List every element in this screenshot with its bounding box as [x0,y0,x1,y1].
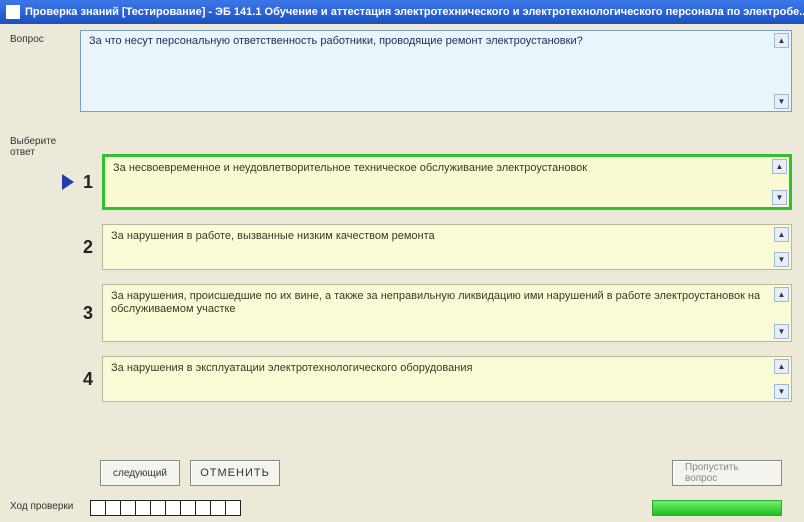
answer-scroll-down[interactable]: ▼ [772,190,787,205]
answer-text: За нарушения в эксплуатации электротехно… [111,362,472,374]
answer-option-2[interactable]: За нарушения в работе, вызванные низким … [102,224,792,270]
answer-row: 4 За нарушения в эксплуатации электротех… [60,356,792,402]
progress-boxes [90,500,240,516]
progress-cell [150,500,166,516]
progress-cell [165,500,181,516]
answer-row: 2 За нарушения в работе, вызванные низки… [60,224,792,270]
answer-scroll-up[interactable]: ▲ [774,287,789,302]
window-titlebar: Проверка знаний [Тестирование] - ЭБ 141.… [0,0,804,24]
question-text-box: За что несут персональную ответственност… [80,30,792,112]
answer-pointer-cell [60,356,76,402]
answer-scroll-down[interactable]: ▼ [774,384,789,399]
answer-text: За нарушения, происшедшие по их вине, а … [111,290,760,315]
time-remaining-bar [652,500,782,516]
answer-option-3[interactable]: За нарушения, происшедшие по их вине, а … [102,284,792,342]
prev-button[interactable]: следующий [100,460,180,486]
answer-scroll-down[interactable]: ▼ [774,252,789,267]
progress-cell [180,500,196,516]
skip-button-label: Пропустить вопрос [685,462,769,484]
answer-option-1[interactable]: За несвоевременное и неудовлетворительно… [102,154,792,210]
answer-scroll-up[interactable]: ▲ [772,159,787,174]
answer-row: 1 За несвоевременное и неудовлетворитель… [60,154,792,210]
question-label: Вопрос [10,34,70,45]
progress-label: Ход проверки [10,501,73,512]
progress-cell [135,500,151,516]
answer-scroll-up[interactable]: ▲ [774,227,789,242]
answer-number: 3 [78,284,98,342]
answer-scroll-up[interactable]: ▲ [774,359,789,374]
app-icon [6,5,20,19]
question-scroll-down[interactable]: ▼ [774,94,789,109]
answer-pointer-cell [60,154,76,210]
answer-number: 1 [78,154,98,210]
question-text: За что несут персональную ответственност… [89,35,583,47]
progress-cell [105,500,121,516]
progress-cell [90,500,106,516]
answer-pointer-cell [60,284,76,342]
progress-cell [120,500,136,516]
progress-cell [195,500,211,516]
answer-scroll-down[interactable]: ▼ [774,324,789,339]
answer-pointer-cell [60,224,76,270]
answer-text: За нарушения в работе, вызванные низким … [111,230,435,242]
answer-number: 2 [78,224,98,270]
prev-button-label: следующий [113,468,167,479]
progress-cell [225,500,241,516]
progress-cell [210,500,226,516]
answer-option-4[interactable]: За нарушения в эксплуатации электротехно… [102,356,792,402]
question-scroll-up[interactable]: ▲ [774,33,789,48]
cancel-button-label: ОТМЕНИТЬ [200,467,270,479]
cancel-button[interactable]: ОТМЕНИТЬ [190,460,280,486]
answer-text: За несвоевременное и неудовлетворительно… [113,162,587,174]
answer-number: 4 [78,356,98,402]
client-area: Вопрос Выберите ответ За что несут персо… [0,24,804,522]
answer-row: 3 За нарушения, происшедшие по их вине, … [60,284,792,342]
current-answer-pointer-icon [62,174,74,190]
window-title: Проверка знаний [Тестирование] - ЭБ 141.… [25,6,804,18]
skip-button[interactable]: Пропустить вопрос [672,460,782,486]
